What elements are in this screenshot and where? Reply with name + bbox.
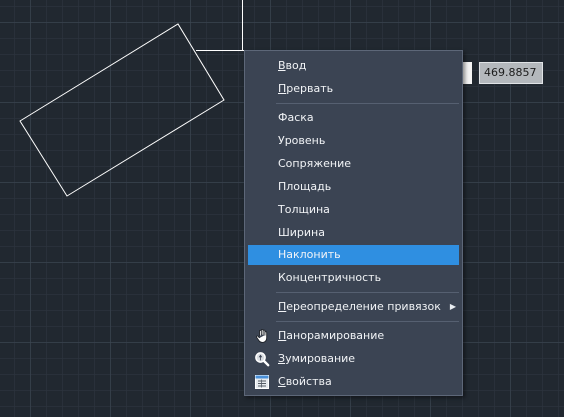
menu-item-thickness[interactable]: Толщина <box>248 200 459 220</box>
menu-item-skew[interactable]: Наклонить <box>248 245 459 265</box>
zoom-magnifier-icon <box>255 352 270 367</box>
menu-item-label: Уровень <box>278 134 326 147</box>
drawing-canvas[interactable]: 469.8857 Ввод Прервать Фаска Уровень Соп… <box>0 0 564 417</box>
menu-item-label: Наклонить <box>278 248 341 261</box>
menu-item-zoom[interactable]: Зумирование <box>248 349 459 369</box>
menu-separator <box>276 103 459 104</box>
tooltip-edge <box>462 62 472 84</box>
menu-item-label: Свойства <box>278 375 332 388</box>
menu-item-chamfer[interactable]: Фаска <box>248 108 459 128</box>
menu-item-label: Толщина <box>278 203 330 216</box>
pan-hand-icon <box>256 328 268 343</box>
menu-item-label: Прервать <box>278 82 334 95</box>
menu-item-pan[interactable]: Панорамирование <box>248 326 459 346</box>
menu-item-label: Переопределение привязок <box>278 300 441 313</box>
menu-item-area[interactable]: Площадь <box>248 177 459 197</box>
dynamic-dimension-input[interactable]: 469.8857 <box>479 62 543 84</box>
menu-item-label: Концентричность <box>278 271 382 284</box>
menu-item-snap-overrides[interactable]: Переопределение привязок ▶ <box>248 297 459 317</box>
menu-separator <box>276 321 459 322</box>
rotated-rectangle[interactable] <box>19 23 225 197</box>
menu-item-label: Ширина <box>278 226 325 239</box>
menu-item-width[interactable]: Ширина <box>248 223 459 243</box>
context-menu: Ввод Прервать Фаска Уровень Сопряжение П… <box>244 50 463 396</box>
menu-item-label: Ввод <box>278 59 307 72</box>
properties-icon <box>255 375 269 389</box>
menu-item-label: Зумирование <box>278 352 356 365</box>
menu-item-elevation[interactable]: Уровень <box>248 131 459 151</box>
menu-item-properties[interactable]: Свойства <box>248 372 459 392</box>
menu-separator <box>276 292 459 293</box>
submenu-arrow-icon: ▶ <box>449 302 456 311</box>
menu-item-enter[interactable]: Ввод <box>248 56 459 76</box>
menu-item-concentricity[interactable]: Концентричность <box>248 268 459 288</box>
menu-item-label: Площадь <box>278 180 332 193</box>
menu-item-label: Панорамирование <box>278 329 385 342</box>
menu-item-label: Сопряжение <box>278 157 351 170</box>
menu-item-label: Фаска <box>278 111 314 124</box>
menu-item-cancel[interactable]: Прервать <box>248 79 459 99</box>
menu-item-fillet[interactable]: Сопряжение <box>248 154 459 174</box>
